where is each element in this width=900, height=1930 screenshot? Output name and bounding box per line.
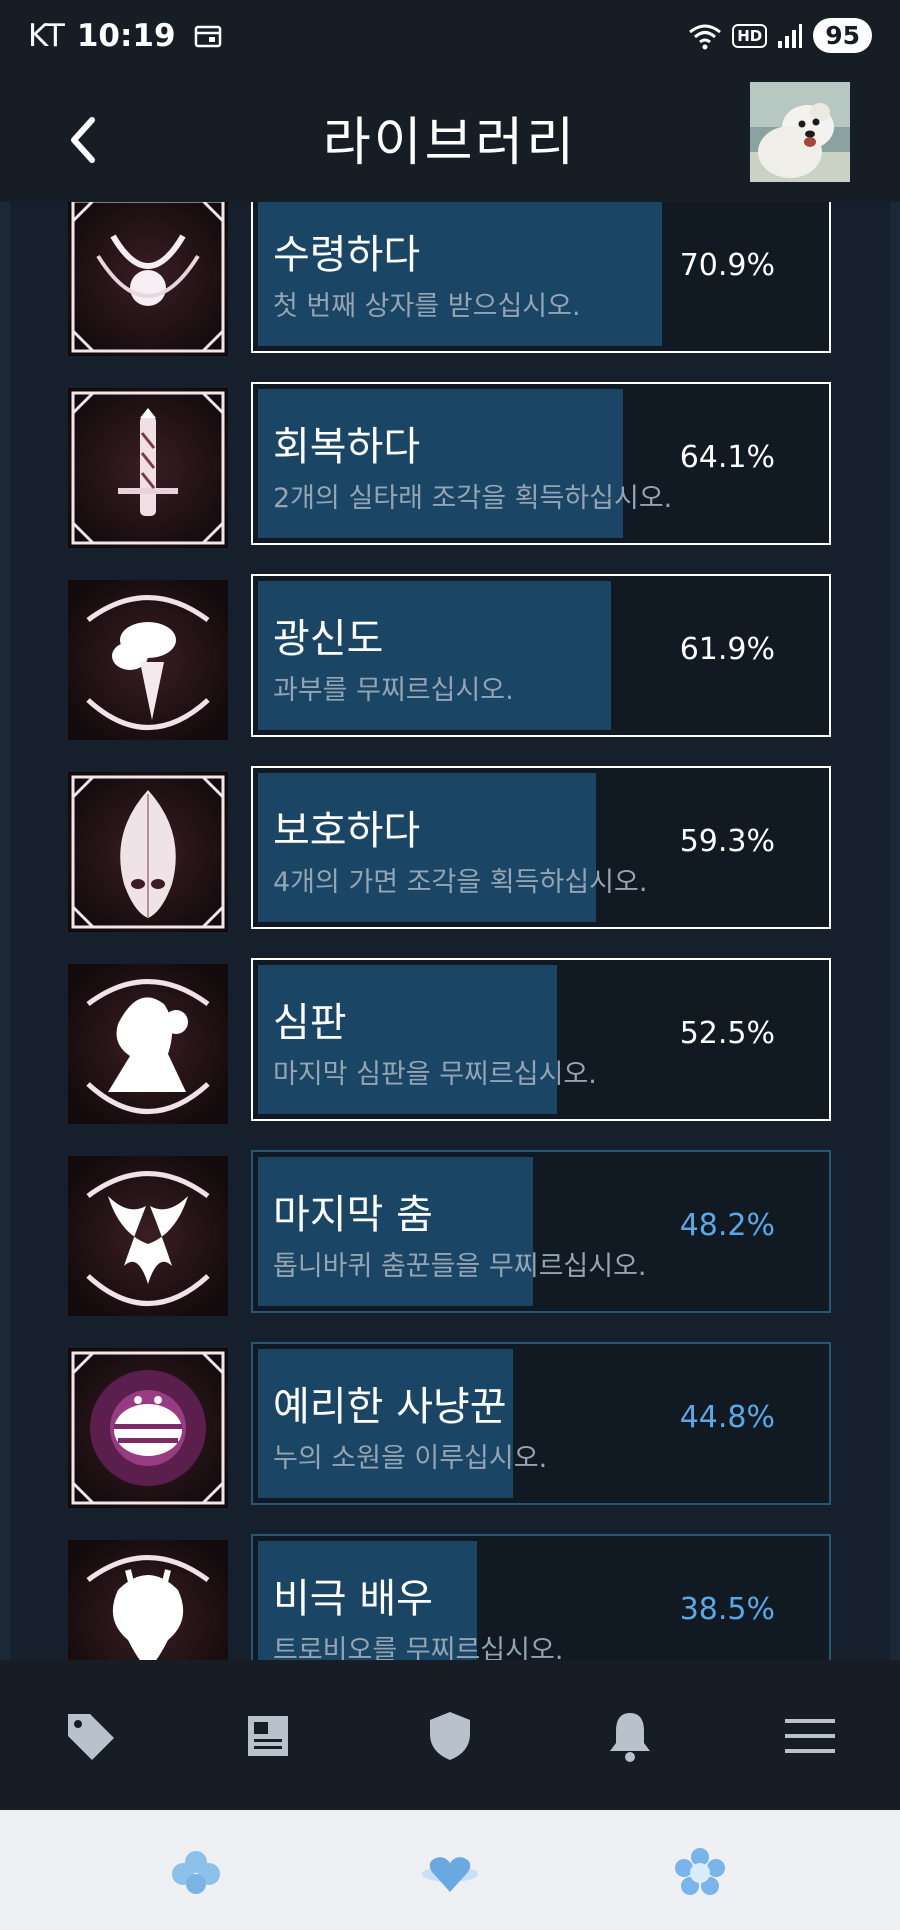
clover-icon[interactable]: [166, 1848, 226, 1898]
news-icon[interactable]: [236, 1704, 300, 1768]
menu-icon[interactable]: [778, 1704, 842, 1768]
shield-icon[interactable]: [418, 1704, 482, 1768]
achievement-name: 마지막 춤: [273, 1192, 433, 1238]
achievement-name: 회복하다: [273, 424, 421, 470]
achievement-card[interactable]: 마지막 춤 톱니바퀴 춤꾼들을 무찌르십시오. 48.2%: [251, 1150, 831, 1313]
achievement-card[interactable]: 보호하다 4개의 가면 조각을 획득하십시오. 59.3%: [251, 766, 831, 929]
system-nav-bar: [0, 1810, 900, 1930]
tag-icon[interactable]: [58, 1704, 122, 1768]
mask-shard-emblem: [68, 772, 228, 932]
achievement-name: 보호하다: [273, 808, 421, 854]
status-bar: KT 10:19 HD 95: [0, 0, 900, 78]
signal-icon: [778, 23, 803, 48]
spool-needle-emblem: [68, 388, 228, 548]
achievement-description: 누의 소원을 이루십시오.: [273, 1443, 548, 1474]
achievement-row[interactable]: 마지막 춤 톱니바퀴 춤꾼들을 무찌르십시오. 48.2%: [0, 1150, 900, 1342]
achievement-row[interactable]: 수령하다 첫 번째 상자를 받으십시오. 70.9%: [0, 202, 900, 382]
achievement-name: 비극 배우: [273, 1576, 433, 1622]
achievement-card[interactable]: 광신도 과부를 무찌르십시오. 61.9%: [251, 574, 831, 737]
achievement-name: 심판: [273, 1000, 347, 1046]
achievement-row[interactable]: 회복하다 2개의 실타래 조각을 획득하십시오. 64.1%: [0, 382, 900, 574]
achievement-percent: 64.1%: [679, 440, 775, 475]
achievement-name: 광신도: [273, 616, 384, 662]
achievement-card[interactable]: 수령하다 첫 번째 상자를 받으십시오. 70.9%: [251, 202, 831, 353]
achievement-percent: 70.9%: [679, 248, 775, 283]
achievement-description: 2개의 실타래 조각을 획득하십시오.: [273, 483, 673, 514]
dancers-silhouette: [68, 1156, 228, 1316]
achievement-percent: 61.9%: [679, 632, 775, 667]
widow-silhouette: [68, 580, 228, 740]
achievement-description: 트로비오를 무찌르십시오.: [273, 1635, 564, 1660]
achievement-percent: 59.3%: [679, 824, 775, 859]
judge-silhouette: [68, 964, 228, 1124]
achievement-row[interactable]: 예리한 사냥꾼 누의 소원을 이루십시오. 44.8%: [0, 1342, 900, 1534]
carrier-label: KT: [28, 18, 65, 54]
hd-voice-badge: HD: [732, 23, 768, 48]
bell-icon[interactable]: [598, 1704, 662, 1768]
achievement-percent: 38.5%: [679, 1592, 775, 1627]
achievement-percent: 44.8%: [679, 1400, 775, 1435]
achievement-description: 마지막 심판을 무찌르십시오.: [273, 1059, 597, 1090]
achievement-description: 과부를 무찌르십시오.: [273, 675, 514, 706]
achievement-name: 수령하다: [273, 232, 421, 278]
achievement-name: 예리한 사냥꾼: [273, 1384, 507, 1430]
achievement-description: 첫 번째 상자를 받으십시오.: [273, 291, 581, 322]
crescent-orb-emblem: [68, 202, 228, 356]
achievement-row[interactable]: 비극 배우 트로비오를 무찌르십시오. 38.5%: [0, 1534, 900, 1660]
achievements-list[interactable]: 수령하다 첫 번째 상자를 받으십시오. 70.9% 회복하다 2개의 실타래 …: [0, 202, 900, 1660]
calendar-notification-icon: [194, 25, 221, 48]
achievement-card[interactable]: 심판 마지막 심판을 무찌르십시오. 52.5%: [251, 958, 831, 1121]
achievement-card[interactable]: 예리한 사냥꾼 누의 소원을 이루십시오. 44.8%: [251, 1342, 831, 1505]
achievement-card[interactable]: 회복하다 2개의 실타래 조각을 획득하십시오. 64.1%: [251, 382, 831, 545]
battery-indicator: 95: [813, 18, 872, 53]
app-header: 라이브러리: [0, 78, 900, 202]
avatar[interactable]: [750, 82, 850, 182]
achievement-card[interactable]: 비극 배우 트로비오를 무찌르십시오. 38.5%: [251, 1534, 831, 1660]
bottom-nav: [0, 1660, 900, 1810]
achievement-description: 4개의 가면 조각을 획득하십시오.: [273, 867, 648, 898]
wifi-icon: [689, 24, 722, 49]
achievement-row[interactable]: 광신도 과부를 무찌르십시오. 61.9%: [0, 574, 900, 766]
achievement-row[interactable]: 보호하다 4개의 가면 조각을 획득하십시오. 59.3%: [0, 766, 900, 958]
glowing-beetle-emblem: [68, 1348, 228, 1508]
achievement-row[interactable]: 심판 마지막 심판을 무찌르십시오. 52.5%: [0, 958, 900, 1150]
achievement-percent: 48.2%: [679, 1208, 775, 1243]
achievement-description: 톱니바퀴 춤꾼들을 무찌르십시오.: [273, 1251, 647, 1282]
heart-icon[interactable]: [420, 1848, 480, 1898]
clock: 10:19: [76, 18, 176, 54]
tragedian-silhouette: [68, 1540, 228, 1660]
flower-icon[interactable]: [670, 1848, 730, 1898]
achievement-percent: 52.5%: [679, 1016, 775, 1051]
